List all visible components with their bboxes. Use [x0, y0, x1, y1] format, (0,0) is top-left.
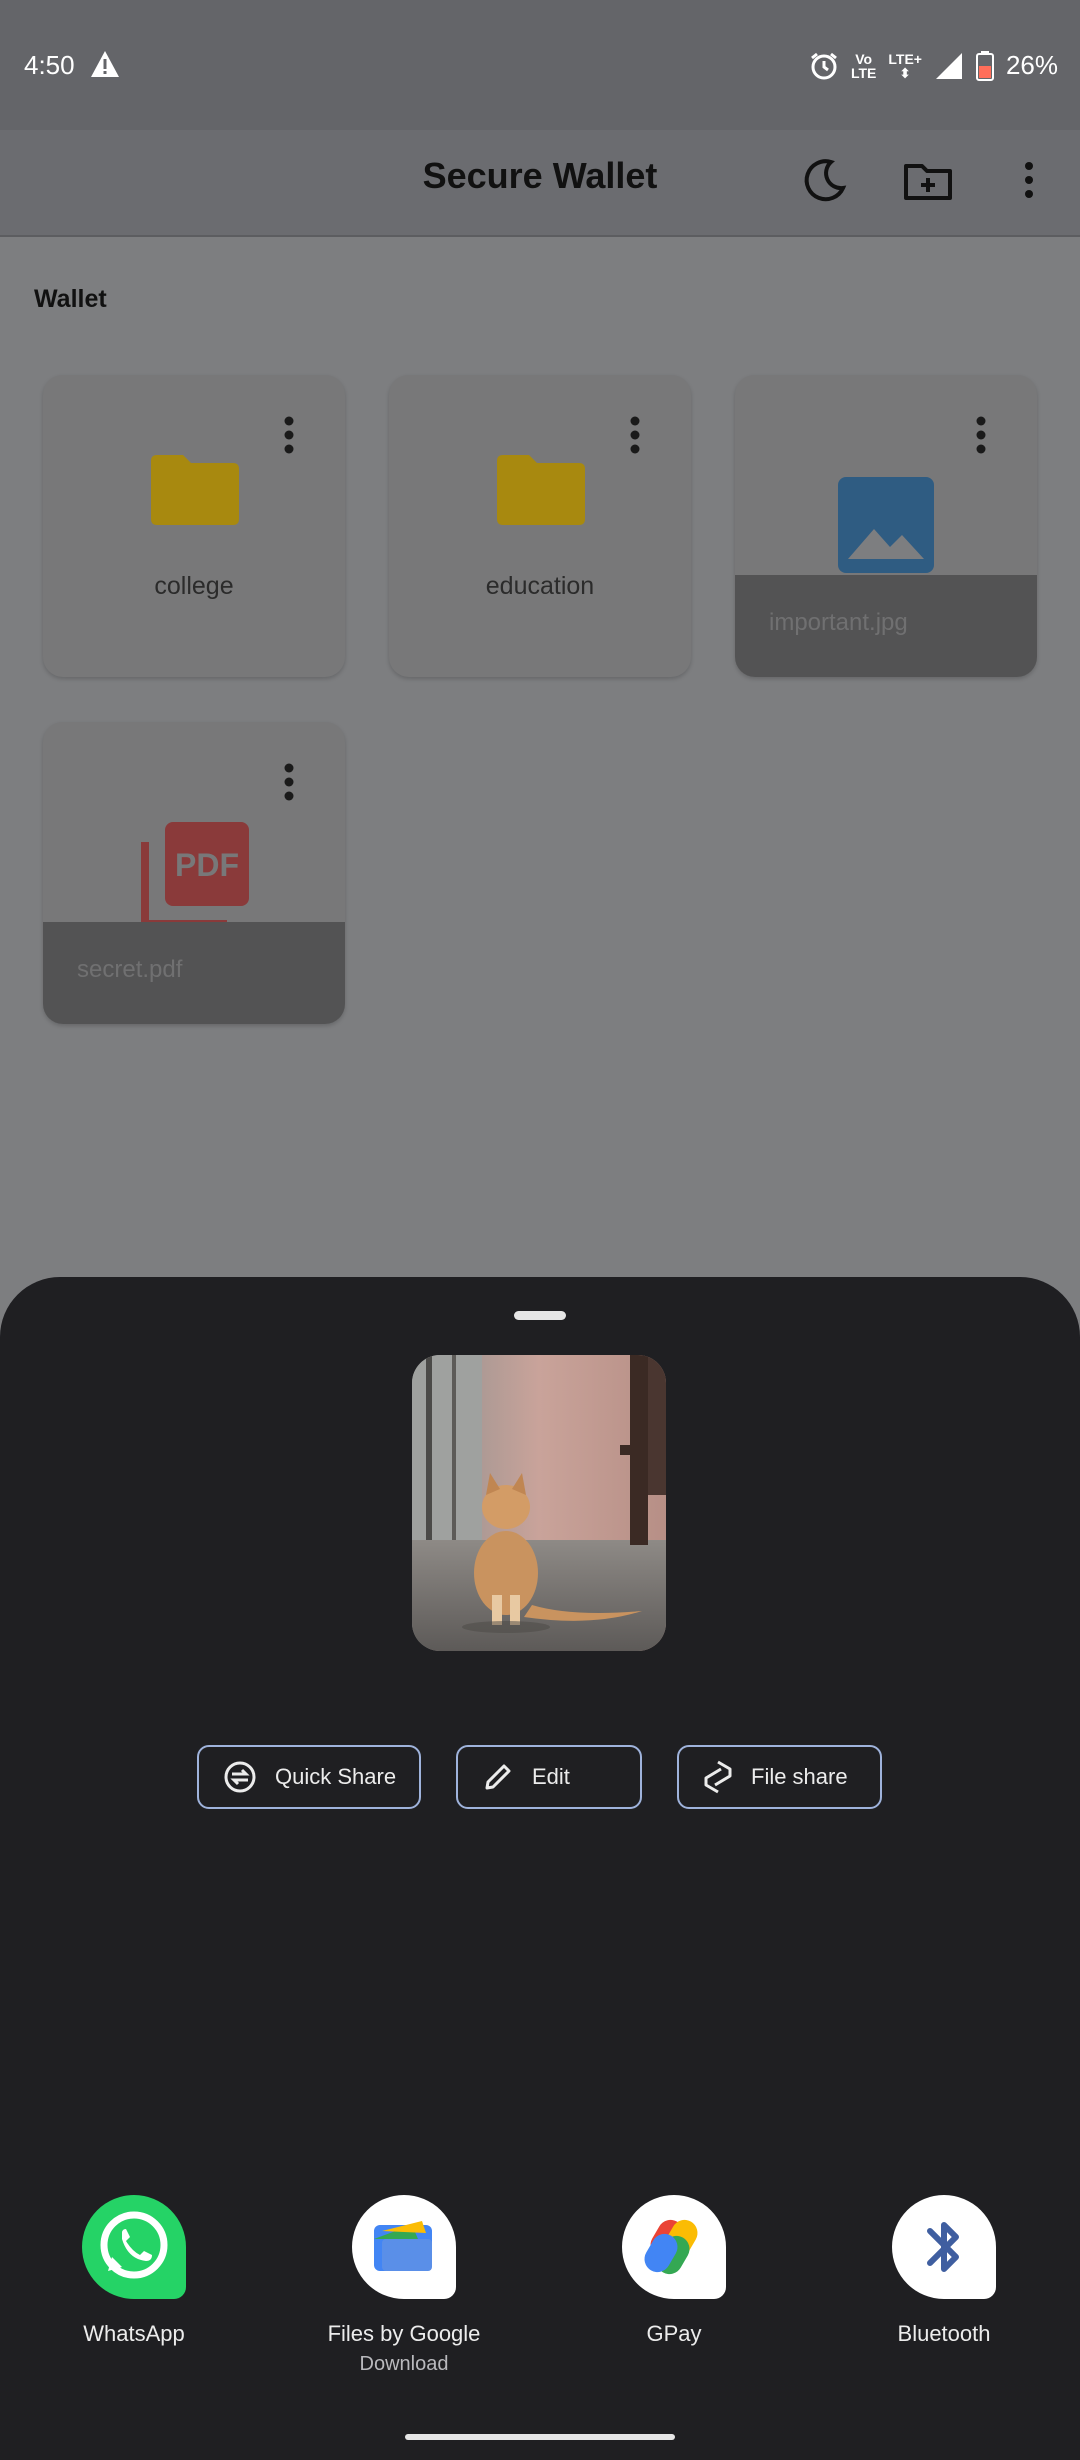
shared-image-preview — [412, 1355, 666, 1651]
share-target-label: WhatsApp — [83, 2321, 185, 2346]
folder-icon — [497, 455, 585, 525]
folder-card-education[interactable]: education — [389, 375, 691, 677]
share-target-label: GPay — [646, 2321, 702, 2346]
pdf-icon: PDF — [141, 822, 249, 928]
quick-share-icon — [224, 1761, 256, 1793]
share-target-sublabel: Download — [359, 2353, 449, 2375]
share-sheet: Quick Share Edit File share WhatsApp Fil… — [0, 1277, 1080, 2460]
file-card-image[interactable]: important.jpg — [735, 375, 1037, 677]
card-menu-icon[interactable] — [975, 415, 987, 455]
folder-card-college[interactable]: college — [43, 375, 345, 677]
quick-share-button[interactable]: Quick Share — [197, 1745, 421, 1809]
warning-icon — [91, 51, 119, 77]
sheet-drag-handle[interactable] — [514, 1311, 566, 1320]
card-footer: important.jpg — [735, 575, 1037, 677]
edit-button[interactable]: Edit — [456, 1745, 642, 1809]
dark-mode-moon-icon[interactable] — [797, 152, 853, 208]
card-label: college — [154, 572, 234, 600]
action-label: Edit — [532, 1764, 570, 1789]
share-target-gpay[interactable]: GPay — [564, 2195, 784, 2347]
whatsapp-icon[interactable] — [82, 2195, 186, 2299]
action-label: Quick Share — [275, 1764, 397, 1789]
bluetooth-icon[interactable] — [892, 2195, 996, 2299]
status-bar: 4:50 Vo LTE LTE+ ⬍ 26% — [0, 0, 1080, 130]
signal-icon — [935, 52, 962, 79]
app-bar: Secure Wallet — [0, 130, 1080, 237]
pdf-badge-text: PDF — [175, 847, 239, 883]
overflow-menu-icon[interactable] — [1001, 152, 1057, 208]
volte-indicator: Vo LTE — [850, 50, 877, 81]
status-indicators: Vo LTE LTE+ ⬍ 26% — [809, 50, 1058, 81]
file-share-button[interactable]: File share — [677, 1745, 882, 1809]
section-label: Wallet — [34, 285, 107, 313]
share-target-files-by-google[interactable]: Files by Google Download — [294, 2195, 514, 2376]
card-menu-icon[interactable] — [283, 415, 295, 455]
file-share-icon — [704, 1760, 732, 1794]
battery-icon — [975, 50, 994, 81]
card-menu-icon[interactable] — [629, 415, 641, 455]
file-card-pdf[interactable]: PDF secret.pdf — [43, 722, 345, 1024]
share-target-whatsapp[interactable]: WhatsApp — [24, 2195, 244, 2347]
share-target-label: Files by Google — [327, 2321, 481, 2346]
card-label: secret.pdf — [77, 956, 183, 983]
card-footer: secret.pdf — [43, 922, 345, 1024]
lte-plus-indicator: LTE+ ⬍ — [888, 50, 922, 81]
files-by-google-icon[interactable] — [352, 2195, 456, 2299]
pencil-icon — [485, 1764, 511, 1790]
share-target-label: Bluetooth — [897, 2321, 991, 2346]
gpay-icon[interactable] — [622, 2195, 726, 2299]
folder-icon — [151, 455, 239, 525]
action-label: File share — [751, 1764, 848, 1789]
card-label: education — [485, 572, 595, 600]
card-menu-icon[interactable] — [283, 762, 295, 802]
battery-percent: 26% — [1005, 50, 1058, 80]
image-icon — [838, 477, 934, 573]
share-target-bluetooth[interactable]: Bluetooth — [834, 2195, 1054, 2347]
new-folder-icon[interactable] — [900, 152, 956, 208]
alarm-icon — [811, 52, 837, 79]
gesture-nav-bar[interactable] — [405, 2434, 675, 2440]
status-time: 4:50 — [24, 50, 75, 80]
card-label: important.jpg — [769, 609, 908, 636]
